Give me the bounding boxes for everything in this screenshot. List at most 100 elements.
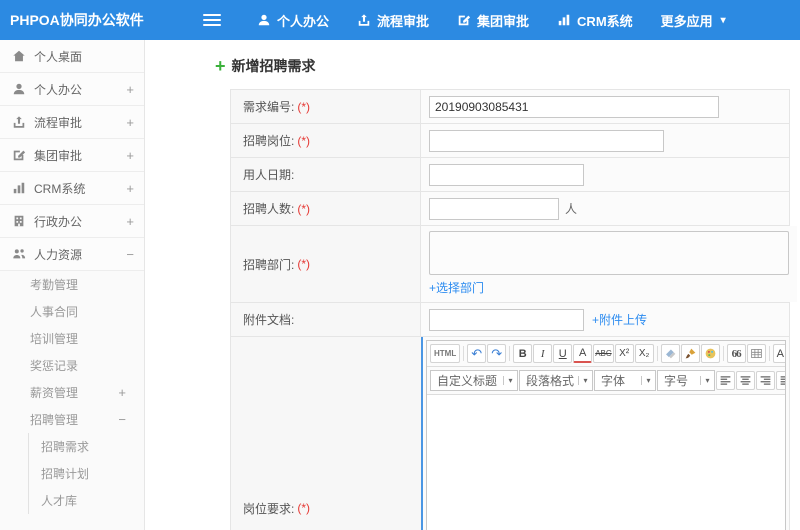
font-color-button[interactable]: A [573, 344, 593, 363]
nav-workflow-approval[interactable]: 流程审批 [357, 11, 429, 30]
sidebar-item-recruitment[interactable]: 招聘管理 − [0, 406, 144, 433]
sidebar-item-attendance[interactable]: 考勤管理 [0, 271, 144, 298]
demand-no-input[interactable] [429, 95, 719, 118]
hamburger-menu-icon[interactable] [203, 14, 221, 26]
edit-icon [458, 15, 471, 26]
sidebar-item-crm[interactable]: CRM系统 + [0, 172, 144, 205]
field-cell: 人 [421, 192, 789, 225]
page-title: + 新增招聘需求 [145, 40, 800, 76]
format-brush-button[interactable] [680, 344, 700, 363]
expand-toggle[interactable]: + [126, 148, 134, 163]
italic-button[interactable]: I [533, 344, 553, 363]
field-label-cell: 附件文档: [231, 303, 421, 336]
field-label: 招聘岗位: [243, 134, 295, 148]
sidebar-item-salary[interactable]: 薪资管理 + [0, 379, 144, 406]
sidebar-item-training[interactable]: 培训管理 [0, 325, 144, 352]
sidebar-item-recruit-demand[interactable]: 招聘需求 [29, 433, 144, 460]
department-textarea[interactable] [429, 231, 789, 275]
sidebar-item-workflow-approval[interactable]: 流程审批 + [0, 106, 144, 139]
sidebar-item-admin-office[interactable]: 行政办公 + [0, 205, 144, 238]
sidebar-item-label: 招聘计划 [41, 467, 90, 481]
text-color-dropdown-button[interactable]: A ▾ [772, 344, 785, 363]
field-label: 招聘部门: [243, 257, 295, 272]
sidebar-item-rewards[interactable]: 奖惩记录 [0, 352, 144, 379]
sidebar-item-recruit-plan[interactable]: 招聘计划 [29, 460, 144, 487]
field-label-cell: 招聘部门: (*) [231, 226, 421, 302]
user-icon [258, 14, 270, 26]
select-department-link[interactable]: +选择部门 [429, 279, 484, 296]
field-label: 需求编号: [243, 100, 295, 114]
field-label-cell: 招聘岗位: (*) [231, 124, 421, 157]
sidebar-item-label: 人力资源 [34, 247, 83, 262]
insert-table-button[interactable] [746, 344, 766, 363]
font-size-dropdown[interactable]: 字号 ▾ [657, 370, 715, 391]
app-logo: PHPOA协同办公软件 [10, 12, 144, 28]
field-label: 岗位要求: [243, 501, 295, 516]
nav-more-apps[interactable]: 更多应用 ▾ [661, 11, 726, 30]
bold-button[interactable]: B [513, 344, 533, 363]
underline-button[interactable]: U [553, 344, 573, 363]
undo-button[interactable]: ↶ [467, 344, 487, 363]
sidebar-item-desktop[interactable]: 个人桌面 [0, 40, 144, 73]
redo-button[interactable]: ↷ [487, 344, 507, 363]
sidebar-item-personal-office[interactable]: 个人办公 + [0, 73, 144, 106]
field-cell [421, 158, 789, 191]
nav-group-approval[interactable]: 集团审批 [457, 11, 529, 30]
strikethrough-button[interactable]: ABC [593, 344, 614, 363]
bar-chart-icon [558, 14, 570, 26]
toolbar-separator [463, 346, 465, 361]
sidebar-item-group-approval[interactable]: 集团审批 + [0, 139, 144, 172]
topbar: PHPOA协同办公软件 个人办公 流程审批 集团审批 CRM系统 更多应用 ▾ [0, 0, 800, 40]
subscript-button[interactable]: X₂ [634, 344, 654, 363]
align-left-button[interactable] [716, 371, 735, 390]
sidebar-item-hr[interactable]: 人力资源 − [0, 238, 144, 271]
caret-down-icon: ▾ [578, 376, 592, 385]
eraser-icon [665, 349, 676, 359]
workflow-icon [358, 14, 370, 26]
sidebar-item-label: 集团审批 [34, 148, 83, 163]
expand-toggle[interactable]: + [126, 214, 134, 229]
align-left-icon [720, 376, 731, 385]
position-input[interactable] [429, 129, 664, 152]
expand-toggle[interactable]: + [126, 82, 134, 97]
text-color-label: A [776, 347, 785, 360]
editor-content-area[interactable] [427, 395, 785, 530]
recruitment-demand-form: 需求编号: (*) 招聘岗位: (*) 用人日期: [230, 89, 797, 530]
eraser-button[interactable] [660, 344, 680, 363]
html-source-button[interactable]: HTML [430, 344, 461, 363]
align-center-button[interactable] [736, 371, 755, 390]
nav-personal-office[interactable]: 个人办公 [257, 11, 329, 30]
align-right-button[interactable] [756, 371, 775, 390]
font-family-dropdown[interactable]: 字体 ▾ [594, 370, 656, 391]
attachment-upload-link[interactable]: +附件上传 [592, 311, 647, 328]
editor-toolbar-row-1: HTML ↶ ↷ B I U A ABC X² X₂ 66 A [427, 341, 785, 367]
collapse-toggle[interactable]: − [118, 412, 126, 427]
align-justify-button[interactable] [776, 371, 785, 390]
sidebar-item-label: 行政办公 [34, 214, 83, 229]
sidebar-item-label: 人才库 [41, 494, 78, 508]
color-palette-button[interactable] [700, 344, 720, 363]
align-center-icon [740, 376, 751, 385]
paragraph-format-dropdown[interactable]: 段落格式 ▾ [519, 370, 593, 391]
nav-label: 更多应用 [660, 13, 713, 29]
collapse-toggle[interactable]: − [126, 247, 134, 262]
expand-toggle[interactable]: + [126, 181, 134, 196]
required-mark: (*) [297, 99, 311, 114]
nav-crm-system[interactable]: CRM系统 [557, 11, 633, 30]
headcount-input[interactable] [429, 197, 559, 220]
sidebar-item-label: 招聘需求 [41, 440, 90, 454]
sidebar-item-label: 人事合同 [30, 305, 79, 319]
hire-date-input[interactable] [429, 163, 584, 186]
expand-toggle[interactable]: + [126, 115, 134, 130]
sidebar-item-hr-contract[interactable]: 人事合同 [0, 298, 144, 325]
expand-toggle[interactable]: + [118, 385, 126, 400]
heading-style-dropdown[interactable]: 自定义标题 ▾ [430, 370, 518, 391]
form-row-requirements: 岗位要求: (*) HTML ↶ ↷ B I U A ABC X² X₂ 66 … [231, 337, 789, 530]
form-row-position: 招聘岗位: (*) [231, 124, 789, 158]
superscript-button[interactable]: X² [614, 344, 634, 363]
sidebar-item-talent-pool[interactable]: 人才库 [29, 487, 144, 514]
blockquote-button[interactable]: 66 [726, 344, 746, 363]
attachment-input[interactable] [429, 308, 584, 331]
required-mark: (*) [297, 501, 311, 515]
edit-icon [13, 150, 26, 161]
